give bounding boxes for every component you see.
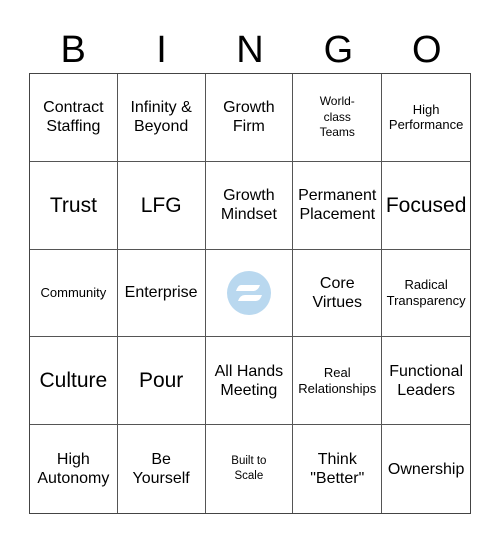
bingo-cell[interactable]: Growth Mindset <box>205 161 294 250</box>
cell-label: Permanent Placement <box>298 187 377 224</box>
bingo-cell[interactable]: Functional Leaders <box>382 337 470 426</box>
bingo-cell[interactable]: Culture <box>30 337 118 426</box>
bingo-cell[interactable]: Built to Scale <box>206 425 294 513</box>
bingo-header: B I N G O <box>29 28 471 72</box>
cell-label: Built to Scale <box>231 454 267 483</box>
header-letter-g: G <box>323 29 354 71</box>
bingo-cell[interactable]: Infinity & Beyond <box>117 74 206 162</box>
free-space-cell[interactable] <box>205 249 294 338</box>
header-letter-n: N <box>236 29 264 71</box>
bingo-cell[interactable]: Community <box>30 249 118 338</box>
bingo-cell[interactable]: Be Yourself <box>118 425 206 513</box>
bingo-cell[interactable]: All Hands Meeting <box>205 337 294 426</box>
bingo-cell[interactable]: Ownership <box>382 425 470 513</box>
cell-label: Be Yourself <box>132 450 190 488</box>
cell-label: World-class Teams <box>319 94 355 140</box>
bingo-cell[interactable]: Growth Firm <box>205 74 294 162</box>
header-letter-b: B <box>60 29 86 71</box>
bingo-card-grid: Contract Staffing Infinity & Beyond Grow… <box>29 73 471 514</box>
header-letter-o: O <box>411 29 442 71</box>
bingo-cell[interactable]: Real Relationships <box>293 337 383 426</box>
bingo-cell[interactable]: Focused <box>382 162 470 250</box>
bingo-cell[interactable]: Think "Better" <box>293 425 383 513</box>
bingo-cell[interactable]: LFG <box>117 161 206 250</box>
brand-logo-icon <box>226 270 271 315</box>
bingo-cell[interactable]: Enterprise <box>117 249 206 338</box>
bingo-cell[interactable]: Permanent Placement <box>293 161 383 250</box>
cell-label: Think "Better" <box>310 450 365 488</box>
bingo-cell[interactable]: Pour <box>117 337 206 426</box>
bingo-cell[interactable]: Contract Staffing <box>30 74 118 162</box>
header-letter-i: I <box>156 29 167 71</box>
bingo-cell[interactable]: Radical Transparency <box>382 250 470 338</box>
bingo-cell[interactable]: World-class Teams <box>293 74 383 162</box>
bingo-cell[interactable]: Trust <box>30 161 118 250</box>
bingo-cell[interactable]: High Autonomy <box>30 425 118 513</box>
bingo-cell[interactable]: Core Virtues <box>293 249 383 338</box>
bingo-cell[interactable]: High Performance <box>382 74 470 162</box>
